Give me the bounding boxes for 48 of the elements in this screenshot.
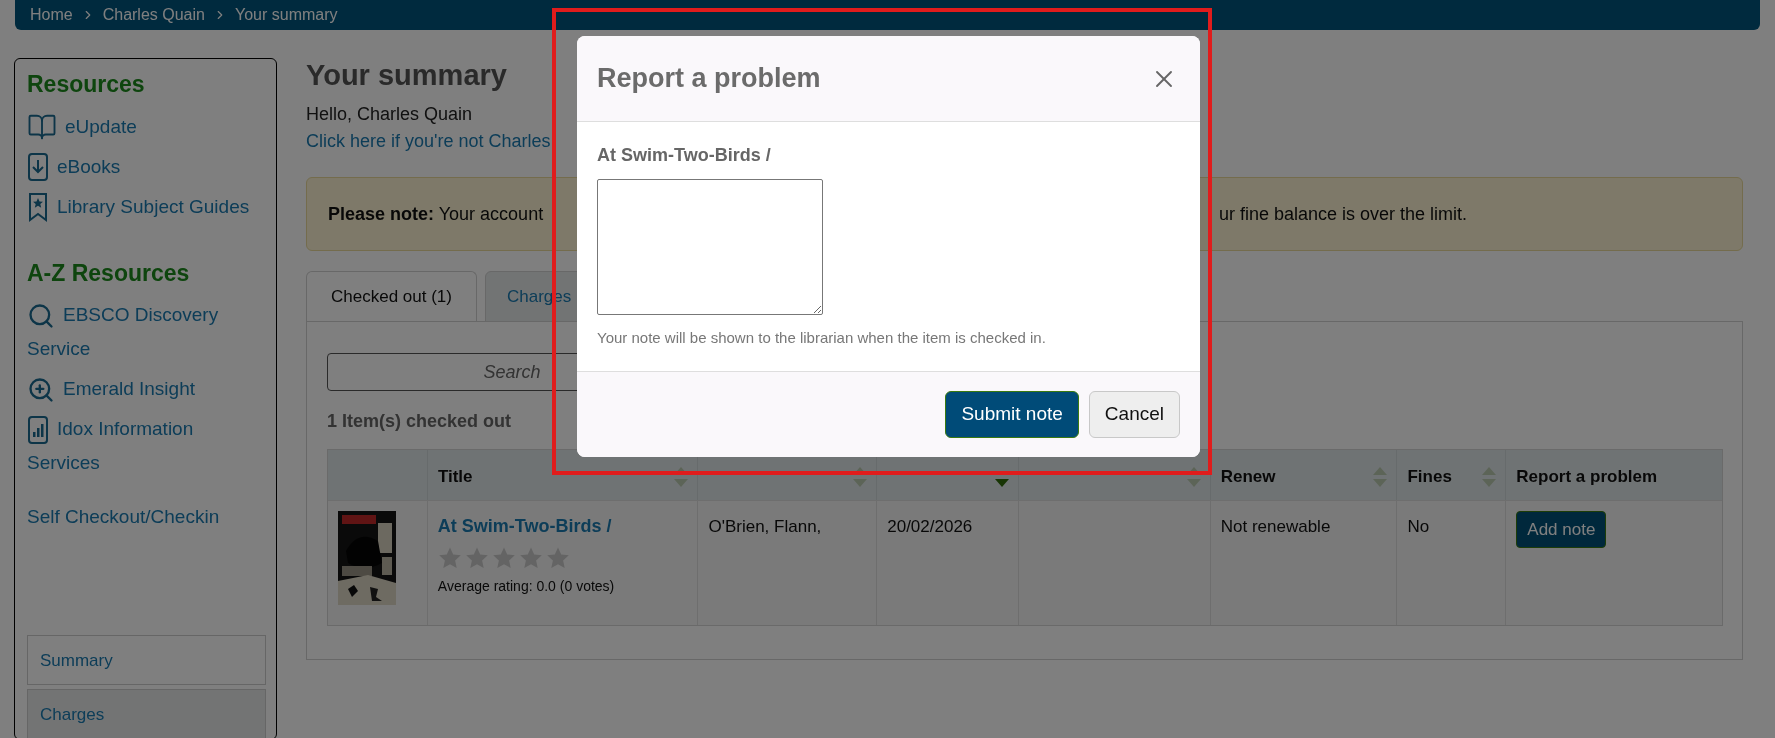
- sort-icon[interactable]: [1372, 466, 1389, 488]
- greeting-text: Hello, Charles Quain: [306, 103, 473, 126]
- section-heading: A-Z Resources: [27, 258, 191, 288]
- note-field[interactable]: [597, 179, 823, 315]
- fines-text: No: [1407, 517, 1430, 536]
- sidebar-link[interactable]: EBSCO Discovery Service: [27, 298, 266, 366]
- dialog-title: Report a problem: [597, 62, 821, 96]
- column-header[interactable]: Report a problem: [1516, 464, 1658, 490]
- sort-icon[interactable]: [673, 466, 690, 488]
- due-date: 20/02/2026: [887, 517, 973, 536]
- sidebar-link[interactable]: eBooks: [27, 149, 266, 184]
- column-header[interactable]: Fines: [1407, 464, 1452, 490]
- sidebar-link[interactable]: Library Subject Guides: [27, 189, 266, 224]
- checked-out-count: 1 Item(s) checked out: [327, 410, 512, 433]
- title-link[interactable]: At Swim-Two-Birds /: [437, 513, 698, 540]
- download-icon: [27, 152, 49, 183]
- notice-text: Please note: Your account: [327, 202, 545, 226]
- sidebar-link[interactable]: Idox Information Services: [27, 412, 266, 480]
- tab[interactable]: Checked out (1): [306, 271, 477, 322]
- not-you-link[interactable]: Click here if you're not Charles: [306, 128, 551, 155]
- sidebar-link[interactable]: eUpdate: [27, 109, 266, 144]
- sidebar-link[interactable]: Self Checkout/Checkin: [27, 500, 266, 534]
- rating-text: Average rating: 0.0 (0 votes): [437, 577, 616, 596]
- bookmark-star-icon: [27, 192, 49, 223]
- sort-icon[interactable]: [852, 466, 869, 488]
- submit-button[interactable]: Submit note: [945, 391, 1079, 438]
- renew-status: Not renewable: [1220, 517, 1331, 536]
- column-header[interactable]: Renew: [1220, 464, 1276, 490]
- nav-tab[interactable]: Charges: [27, 689, 266, 738]
- zoom-in-icon: [27, 376, 55, 404]
- breadcrumb-link[interactable]: Your summary: [234, 3, 338, 27]
- column-header[interactable]: Title: [437, 464, 473, 490]
- sort-icon[interactable]: [1185, 466, 1202, 488]
- sort-icon[interactable]: [1481, 466, 1498, 488]
- bar-chart-icon: [27, 415, 49, 445]
- search-icon: [27, 302, 55, 330]
- add-note-button[interactable]: Add note: [1516, 511, 1607, 548]
- page-title: Your summary: [306, 58, 507, 93]
- item-title: At Swim-Two-Birds /: [597, 144, 772, 167]
- author-text: O'Brien, Flann,: [708, 517, 822, 536]
- notice-text: ur fine balance is over the limit.: [1219, 202, 1468, 226]
- nav-tab[interactable]: Summary: [27, 635, 266, 685]
- breadcrumb-link[interactable]: Charles Quain: [102, 3, 205, 27]
- section-heading: Resources: [27, 70, 146, 99]
- sidebar-link[interactable]: Emerald Insight: [27, 372, 266, 406]
- hint-text: Your note will be shown to the librarian when the item is checked in.: [597, 328, 1047, 348]
- cancel-button[interactable]: Cancel: [1088, 391, 1180, 438]
- breadcrumb-link[interactable]: Home: [30, 3, 73, 27]
